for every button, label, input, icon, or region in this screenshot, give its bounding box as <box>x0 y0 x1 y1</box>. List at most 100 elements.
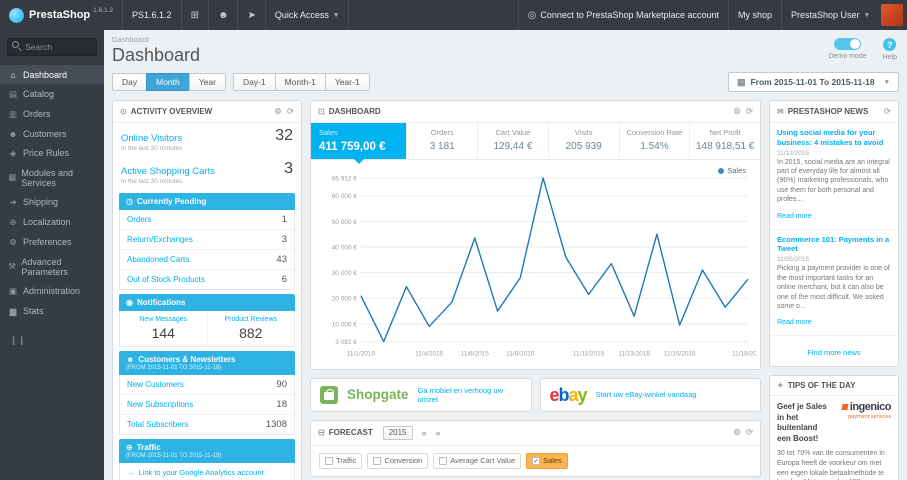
filter-month-1[interactable]: Month-1 <box>274 73 326 91</box>
wrench-icon: ⚒ <box>8 261 16 271</box>
sidebar-item-customers[interactable]: ☻ Customers <box>0 124 104 143</box>
my-shop-link[interactable]: My shop <box>728 0 781 30</box>
news-title-link[interactable]: Using social media for your business: 4 … <box>777 128 891 148</box>
kpi-orders[interactable]: Orders 3 181 <box>407 123 479 159</box>
person-icon: ☻ <box>8 128 18 139</box>
refresh-icon[interactable]: ⟳ <box>287 106 294 117</box>
pending-label[interactable]: Return/Exchanges <box>127 235 193 244</box>
chart-legend[interactable]: Sales <box>718 166 746 175</box>
sidebar-item-administration[interactable]: ▣ Administration <box>0 281 104 301</box>
refresh-icon[interactable]: ⟳ <box>746 427 753 438</box>
sidebar-item-shipping[interactable]: ➜ Shipping <box>0 192 104 212</box>
gear-icon[interactable]: ⚙ <box>733 427 741 438</box>
customers-label[interactable]: Total Subscribers <box>127 420 188 429</box>
forecast-legend-conversion[interactable]: Conversion <box>367 452 429 469</box>
sidebar-item-dashboard[interactable]: ⌂ Dashboard <box>0 65 104 84</box>
filter-day[interactable]: Day <box>112 73 148 91</box>
notification-new-messages[interactable]: New Messages 144 <box>120 311 207 346</box>
svg-text:60 000 €: 60 000 € <box>332 193 358 200</box>
pending-label[interactable]: Orders <box>127 215 151 224</box>
kpi-conversion-rate[interactable]: Conversion Rate 1.54% <box>620 123 691 159</box>
sidebar-item-modules-and-services[interactable]: ▦ Modules and Services <box>0 163 104 192</box>
demo-mode-toggle[interactable] <box>834 38 862 50</box>
news-title-link[interactable]: Ecommerce 101: Payments in a Tweet <box>777 235 891 255</box>
gear-icon[interactable]: ⚙ <box>274 106 282 117</box>
forecast-legend-traffic[interactable]: Traffic <box>319 452 363 469</box>
read-more-link[interactable]: Read more <box>777 213 812 220</box>
forecast-year-select[interactable]: 2015 <box>382 425 413 440</box>
ebay-letter: e <box>549 384 560 405</box>
customers-label[interactable]: New Subscriptions <box>127 400 193 409</box>
employee-icon[interactable]: ☻ <box>209 0 239 30</box>
forecast-legend-sales[interactable]: ✓ Sales <box>526 452 568 469</box>
chevron-down-icon: ▼ <box>863 11 870 19</box>
filter-month[interactable]: Month <box>146 73 190 91</box>
active-carts-subtitle: in the last 30 minutes <box>121 178 183 185</box>
dashboard-panel-title: DASHBOARD <box>328 107 381 116</box>
upgrade-rocket-icon[interactable]: ➤ <box>238 0 266 30</box>
legend-dot-icon <box>718 167 725 174</box>
customers-label[interactable]: New Customers <box>127 380 184 389</box>
tips-text: 30 tot 70% van de consumenten in Europa … <box>777 449 885 480</box>
filter-day-1[interactable]: Day-1 <box>232 73 276 91</box>
filter-year-1[interactable]: Year-1 <box>324 73 370 91</box>
cart-icon[interactable]: ⊞ <box>182 0 209 30</box>
google-analytics-link[interactable]: → Link to your Google Analytics account <box>119 463 295 480</box>
gear-icon[interactable]: ⚙ <box>733 106 741 117</box>
sidebar-item-label: Preferences <box>23 237 72 247</box>
refresh-icon[interactable]: ⟳ <box>746 106 753 117</box>
shopgate-logo: Shopgate <box>347 387 409 403</box>
sidebar-item-localization[interactable]: ⊕ Localization <box>0 212 104 232</box>
ebay-link[interactable]: Start uw eBay-winkel vandaag <box>596 390 697 399</box>
marketplace-connect-link[interactable]: ◎ Connect to PrestaShop Marketplace acco… <box>517 0 728 30</box>
sidebar-item-catalog[interactable]: ▤ Catalog <box>0 84 104 104</box>
pending-label[interactable]: Abandoned Carts <box>127 255 189 264</box>
kpi-sales[interactable]: Sales 411 759,00 € <box>311 123 408 164</box>
demo-mode-label: Demo mode <box>828 53 867 60</box>
pending-row: Abandoned Carts 43 <box>120 250 294 270</box>
sidebar-item-advanced-parameters[interactable]: ⚒ Advanced Parameters <box>0 252 104 281</box>
date-range-picker[interactable]: ▦ From 2015-11-01 To 2015-11-18 ▼ <box>727 72 899 92</box>
checkbox-icon <box>373 456 382 465</box>
svg-text:50 000 €: 50 000 € <box>332 219 358 226</box>
collapse-sidebar-button[interactable]: ❙❙ <box>10 335 104 346</box>
notifications-section: ◉ Notifications New Messages 144 Product R… <box>119 294 295 347</box>
kpi-label: Cart Value <box>495 128 531 137</box>
previous-year-button[interactable]: « <box>422 428 427 438</box>
refresh-icon[interactable]: ⟳ <box>884 106 891 117</box>
checkbox-icon <box>439 456 448 465</box>
forecast-legend-average-cart-value[interactable]: Average Cart Value <box>433 452 522 469</box>
notifications-title: Notifications <box>136 298 186 307</box>
panel-tools: ⚙ ⟳ <box>733 106 753 117</box>
search-input[interactable] <box>7 38 97 56</box>
shop-name[interactable]: PS1.6.1.2 <box>123 0 182 30</box>
pending-value: 6 <box>281 274 287 285</box>
help-icon[interactable]: ? <box>883 38 897 51</box>
filter-year[interactable]: Year <box>188 73 226 91</box>
online-visitors-link[interactable]: Online Visitors <box>121 133 182 144</box>
shopgate-link[interactable]: Ga mobiel en verhoog uw omzet <box>418 386 522 404</box>
pending-row: Return/Exchanges 3 <box>120 230 294 250</box>
sidebar-item-price-rules[interactable]: ◈ Price Rules <box>0 143 104 163</box>
chevron-down-icon: ▼ <box>332 11 340 19</box>
kpi-cart-value[interactable]: Cart Value 129,44 € <box>478 123 549 159</box>
pending-label[interactable]: Out of Stock Products <box>127 275 205 284</box>
ebay-letter: b <box>558 384 570 405</box>
next-year-button[interactable]: » <box>436 428 441 438</box>
sidebar-item-preferences[interactable]: ⚙ Preferences <box>0 232 104 252</box>
read-more-link[interactable]: Read more <box>777 319 812 326</box>
notification-product-reviews[interactable]: Product Reviews 882 <box>206 311 295 346</box>
sidebar-item-orders[interactable]: ▥ Orders <box>0 104 104 124</box>
prestashop-logo[interactable]: PrestaShop 1.6.1.2 <box>0 0 124 30</box>
user-menu[interactable]: PrestaShop User ▼ <box>781 0 879 30</box>
active-carts-link[interactable]: Active Shopping Carts <box>121 166 215 177</box>
sidebar-item-stats[interactable]: ▆ Stats <box>0 301 104 321</box>
kpi-visits[interactable]: Visits 205 939 <box>549 123 620 159</box>
find-more-news-link[interactable]: Find more news <box>807 348 860 357</box>
notification-cells: New Messages 144 Product Reviews 882 <box>119 311 295 347</box>
user-avatar[interactable] <box>881 4 903 26</box>
ingenico-mark-icon <box>841 404 849 411</box>
kpi-net-profit[interactable]: Net Profit 148 918,51 € <box>690 123 760 159</box>
quick-access-menu[interactable]: Quick Access ▼ <box>266 0 350 30</box>
news-column: ✉ PRESTASHOP NEWS ⟳ Using social media f… <box>769 100 899 480</box>
